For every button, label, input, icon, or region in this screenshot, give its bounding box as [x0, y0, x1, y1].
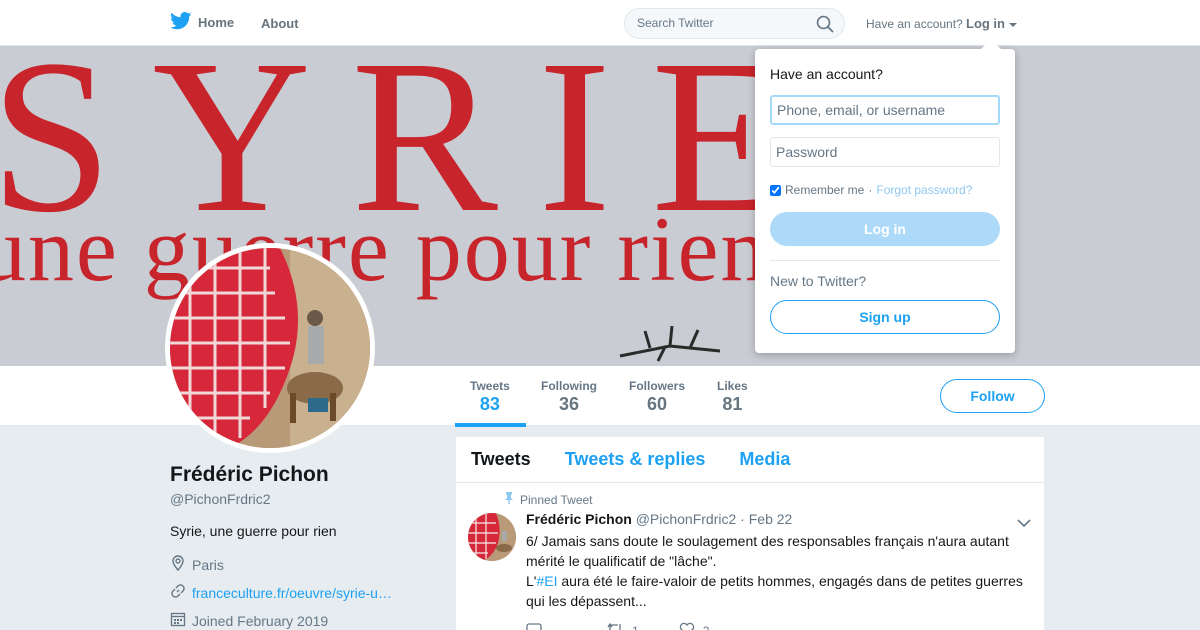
stat-value: 36	[558, 394, 580, 414]
login-link-label: Log in	[966, 16, 1005, 31]
login-button[interactable]: Log in	[770, 212, 1000, 246]
profile-name: Frédéric Pichon	[170, 463, 329, 486]
stat-label: Following	[541, 379, 597, 393]
stat-label: Tweets	[470, 379, 510, 393]
like-count: 2	[703, 624, 710, 630]
banner-subtitle-text: une guerre pour rien	[0, 198, 769, 300]
tab-media[interactable]: Media	[739, 449, 790, 470]
stat-followers[interactable]: Followers 60	[629, 379, 685, 415]
reply-icon[interactable]	[526, 622, 542, 630]
profile-handle: @PichonFrdric2	[170, 491, 271, 507]
search-input[interactable]	[637, 16, 807, 30]
remember-me-label[interactable]: Remember me	[785, 183, 864, 197]
tweet-header: Frédéric Pichon @PichonFrdric2 · Feb 22	[526, 511, 792, 527]
tweet-text: 6/ Jamais sans doute le soulagement des …	[526, 531, 1031, 611]
stat-label: Likes	[717, 379, 748, 393]
forgot-password-link[interactable]: Forgot password?	[876, 183, 972, 197]
stat-following[interactable]: Following 36	[541, 379, 597, 415]
remember-me-row: Remember me · Forgot password?	[770, 183, 972, 197]
nav-home-label: Home	[198, 15, 235, 30]
profile-joined: Joined February 2019	[170, 611, 328, 630]
remember-me-checkbox[interactable]	[770, 184, 781, 196]
search-icon[interactable]	[816, 15, 834, 38]
stat-tweets[interactable]: Tweets 83	[470, 379, 510, 415]
profile-bio: Syrie, une guerre pour rien	[170, 523, 337, 539]
nav-about-link[interactable]: About	[261, 16, 299, 31]
tweet-timeline: Tweets Tweets & replies Media Pinned Twe…	[456, 437, 1044, 630]
profile-url[interactable]: franceculture.fr/oeuvre/syrie-u…	[170, 583, 392, 602]
twitter-bird-icon	[170, 12, 192, 33]
tweet-date[interactable]: Feb 22	[749, 511, 793, 527]
search-box[interactable]	[624, 8, 845, 39]
tweet-text-rest: aura été le faire-valoir de petits homme…	[526, 573, 1023, 609]
url-text[interactable]: franceculture.fr/oeuvre/syrie-u…	[192, 585, 392, 601]
stat-value: 83	[479, 394, 500, 414]
tweet-actions: 1 2	[526, 622, 709, 630]
active-stat-indicator	[455, 423, 526, 427]
location-pin-icon	[170, 555, 186, 574]
link-icon	[170, 583, 186, 602]
profile-location: Paris	[170, 555, 224, 574]
pin-icon	[504, 492, 514, 507]
new-to-twitter-text: New to Twitter?	[770, 273, 867, 289]
calendar-icon	[170, 611, 186, 630]
signup-button[interactable]: Sign up	[770, 300, 1000, 334]
top-navigation-bar: Home About Have an account? Log in	[0, 0, 1200, 46]
retweet-icon[interactable]	[606, 622, 624, 630]
banner-branch-graphic	[619, 325, 721, 362]
stat-value: 60	[646, 394, 668, 414]
tweet-author-avatar[interactable]	[468, 513, 516, 561]
like-icon[interactable]	[679, 622, 695, 630]
timeline-tabs: Tweets Tweets & replies Media	[456, 437, 1044, 483]
dropdown-title: Have an account?	[770, 66, 883, 82]
follow-button[interactable]: Follow	[940, 379, 1045, 413]
pinned-text: Pinned Tweet	[520, 492, 593, 507]
login-dropdown-toggle[interactable]: Log in	[966, 16, 1017, 31]
caret-down-icon	[1008, 16, 1017, 31]
hashtag-link[interactable]: #EI	[536, 573, 557, 589]
tweet-text-prefix: L'	[526, 573, 537, 589]
username-field[interactable]	[770, 95, 1000, 125]
nav-home-link[interactable]: Home	[170, 12, 234, 33]
have-account-text: Have an account?	[866, 17, 963, 31]
tab-tweets[interactable]: Tweets	[471, 449, 531, 470]
retweet-count: 1	[632, 624, 639, 630]
tweet-author-name[interactable]: Frédéric Pichon	[526, 511, 632, 527]
pinned-tweet-label: Pinned Tweet	[504, 492, 593, 507]
dropdown-divider	[770, 260, 1000, 261]
avatar-image	[170, 248, 370, 448]
profile-avatar[interactable]	[165, 243, 375, 453]
tab-tweets-replies[interactable]: Tweets & replies	[565, 449, 706, 470]
tweet-separator: ·	[740, 511, 745, 527]
location-text: Paris	[192, 556, 224, 573]
tweet-author-handle[interactable]: @PichonFrdric2	[636, 511, 737, 527]
remember-separator: ·	[868, 183, 873, 197]
tweet-text-line: L'#EI aura été le faire-valoir de petits…	[526, 571, 1031, 611]
stat-value: 81	[722, 394, 743, 414]
stat-likes[interactable]: Likes 81	[717, 379, 748, 415]
password-field[interactable]	[770, 137, 1000, 167]
joined-text: Joined February 2019	[192, 612, 329, 629]
tweet-text-line: 6/ Jamais sans doute le soulagement des …	[526, 533, 1009, 569]
stat-label: Followers	[629, 379, 686, 393]
login-dropdown: Have an account? Remember me · Forgot pa…	[755, 39, 1015, 353]
